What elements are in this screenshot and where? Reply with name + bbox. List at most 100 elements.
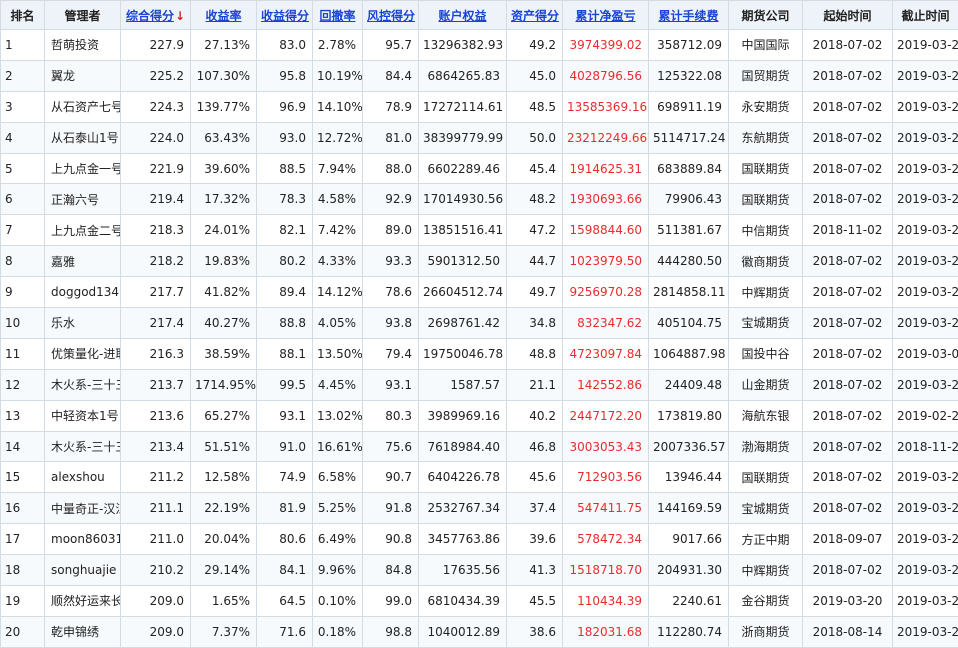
ranking-table: 排名管理者综合得分↓收益率收益得分回撤率风控得分账户权益资产得分累计净盈亏累计手… (0, 0, 958, 648)
cell-manager: 从石泰山1号 (45, 122, 121, 153)
cell-return_score: 82.1 (257, 215, 313, 246)
table-row[interactable]: 12木火系-三十三号213.71714.95%99.54.45%93.11587… (1, 369, 958, 400)
cell-drawdown: 4.05% (313, 308, 363, 339)
table-row[interactable]: 5上九点金一号221.939.60%88.57.94%88.06602289.4… (1, 153, 958, 184)
cell-equity: 13851516.41 (419, 215, 507, 246)
cell-start: 2018-07-02 (803, 30, 893, 61)
column-header-fees[interactable]: 累计手续费 (649, 1, 729, 30)
cell-return_score: 78.3 (257, 184, 313, 215)
cell-asset_score: 34.8 (507, 308, 563, 339)
table-row[interactable]: 10乐水217.440.27%88.84.05%93.82698761.4234… (1, 308, 958, 339)
cell-start: 2018-07-02 (803, 431, 893, 462)
sort-link-return_rate[interactable]: 收益率 (205, 9, 241, 23)
cell-manager: 上九点金二号 (45, 215, 121, 246)
cell-return_rate: 24.01% (191, 215, 257, 246)
sort-link-risk_score[interactable]: 风控得分 (367, 9, 415, 23)
cell-fees: 2240.61 (649, 586, 729, 617)
table-row[interactable]: 4从石泰山1号224.063.43%93.012.72%81.038399779… (1, 122, 958, 153)
column-header-total_score[interactable]: 综合得分↓ (121, 1, 191, 30)
cell-fees: 144169.59 (649, 493, 729, 524)
table-row[interactable]: 15alexshou211.212.58%74.96.58%90.7640422… (1, 462, 958, 493)
table-row[interactable]: 3从石资产七号224.3139.77%96.914.10%78.91727211… (1, 91, 958, 122)
sort-link-fees[interactable]: 累计手续费 (658, 9, 718, 23)
cell-net_pnl: 1518718.70 (563, 555, 649, 586)
cell-fees: 511381.67 (649, 215, 729, 246)
cell-net_pnl: 4723097.84 (563, 338, 649, 369)
cell-rank: 5 (1, 153, 45, 184)
table-row[interactable]: 8嘉雅218.219.83%80.24.33%93.35901312.5044.… (1, 246, 958, 277)
cell-end: 2019-03-26 (893, 308, 958, 339)
column-header-equity[interactable]: 账户权益 (419, 1, 507, 30)
sort-link-net_pnl[interactable]: 累计净盈亏 (575, 9, 635, 23)
table-row[interactable]: 18songhuajie210.229.14%84.19.96%84.81763… (1, 555, 958, 586)
cell-manager: 翼龙 (45, 60, 121, 91)
cell-equity: 17014930.56 (419, 184, 507, 215)
cell-total_score: 218.3 (121, 215, 191, 246)
cell-asset_score: 45.6 (507, 462, 563, 493)
cell-fees: 24409.48 (649, 369, 729, 400)
cell-asset_score: 39.6 (507, 524, 563, 555)
table-row[interactable]: 2翼龙225.2107.30%95.810.19%84.46864265.834… (1, 60, 958, 91)
cell-rank: 12 (1, 369, 45, 400)
cell-net_pnl: 1598844.60 (563, 215, 649, 246)
cell-start: 2018-07-02 (803, 462, 893, 493)
cell-drawdown: 6.58% (313, 462, 363, 493)
table-row[interactable]: 11优策量化-进取216.338.59%88.113.50%79.4197500… (1, 338, 958, 369)
cell-total_score: 211.2 (121, 462, 191, 493)
cell-drawdown: 0.18% (313, 616, 363, 647)
cell-return_rate: 38.59% (191, 338, 257, 369)
cell-equity: 6404226.78 (419, 462, 507, 493)
cell-return_score: 89.4 (257, 277, 313, 308)
cell-equity: 7618984.40 (419, 431, 507, 462)
cell-rank: 4 (1, 122, 45, 153)
cell-total_score: 219.4 (121, 184, 191, 215)
table-row[interactable]: 1哲萌投资227.927.13%83.02.78%95.713296382.93… (1, 30, 958, 61)
column-header-broker: 期货公司 (729, 1, 803, 30)
sort-link-drawdown[interactable]: 回撤率 (319, 9, 355, 23)
cell-return_score: 81.9 (257, 493, 313, 524)
sort-link-asset_score[interactable]: 资产得分 (511, 9, 559, 23)
cell-asset_score: 48.8 (507, 338, 563, 369)
sort-link-total_score[interactable]: 综合得分 (126, 9, 174, 23)
column-header-drawdown[interactable]: 回撤率 (313, 1, 363, 30)
column-header-return_rate[interactable]: 收益率 (191, 1, 257, 30)
cell-broker: 东航期货 (729, 122, 803, 153)
column-header-return_score[interactable]: 收益得分 (257, 1, 313, 30)
cell-broker: 浙商期货 (729, 616, 803, 647)
sort-link-equity[interactable]: 账户权益 (438, 9, 486, 23)
table-row[interactable]: 14木火系-三十三号213.451.51%91.016.61%75.676189… (1, 431, 958, 462)
cell-start: 2019-03-20 (803, 586, 893, 617)
table-row[interactable]: 13中轻资本1号213.665.27%93.113.02%80.33989969… (1, 400, 958, 431)
cell-return_score: 84.1 (257, 555, 313, 586)
cell-start: 2018-07-02 (803, 246, 893, 277)
cell-equity: 3989969.16 (419, 400, 507, 431)
sort-link-return_score[interactable]: 收益得分 (261, 9, 309, 23)
column-header-asset_score[interactable]: 资产得分 (507, 1, 563, 30)
table-row[interactable]: 20乾申锦绣209.07.37%71.60.18%98.81040012.893… (1, 616, 958, 647)
cell-asset_score: 37.4 (507, 493, 563, 524)
column-header-risk_score[interactable]: 风控得分 (363, 1, 419, 30)
table-row[interactable]: 6正瀚六号219.417.32%78.34.58%92.917014930.56… (1, 184, 958, 215)
table-row[interactable]: 17moon860313211.020.04%80.66.49%90.83457… (1, 524, 958, 555)
cell-return_rate: 65.27% (191, 400, 257, 431)
table-row[interactable]: 16中量奇正-汉江三号211.122.19%81.95.25%91.825327… (1, 493, 958, 524)
table-row[interactable]: 9doggod134217.741.82%89.414.12%78.626604… (1, 277, 958, 308)
cell-drawdown: 13.50% (313, 338, 363, 369)
cell-end: 2019-03-05 (893, 338, 958, 369)
cell-net_pnl: 182031.68 (563, 616, 649, 647)
cell-net_pnl: 23212249.66 (563, 122, 649, 153)
cell-net_pnl: 832347.62 (563, 308, 649, 339)
cell-fees: 2007336.57 (649, 431, 729, 462)
cell-end: 2019-03-26 (893, 215, 958, 246)
cell-fees: 13946.44 (649, 462, 729, 493)
cell-return_score: 96.9 (257, 91, 313, 122)
table-row[interactable]: 7上九点金二号218.324.01%82.17.42%89.013851516.… (1, 215, 958, 246)
table-row[interactable]: 19顺然好运来长期209.01.65%64.50.10%99.06810434.… (1, 586, 958, 617)
cell-broker: 海航东银 (729, 400, 803, 431)
cell-net_pnl: 4028796.56 (563, 60, 649, 91)
column-header-net_pnl[interactable]: 累计净盈亏 (563, 1, 649, 30)
cell-equity: 17635.56 (419, 555, 507, 586)
cell-drawdown: 16.61% (313, 431, 363, 462)
cell-manager: 中轻资本1号 (45, 400, 121, 431)
cell-return_rate: 7.37% (191, 616, 257, 647)
